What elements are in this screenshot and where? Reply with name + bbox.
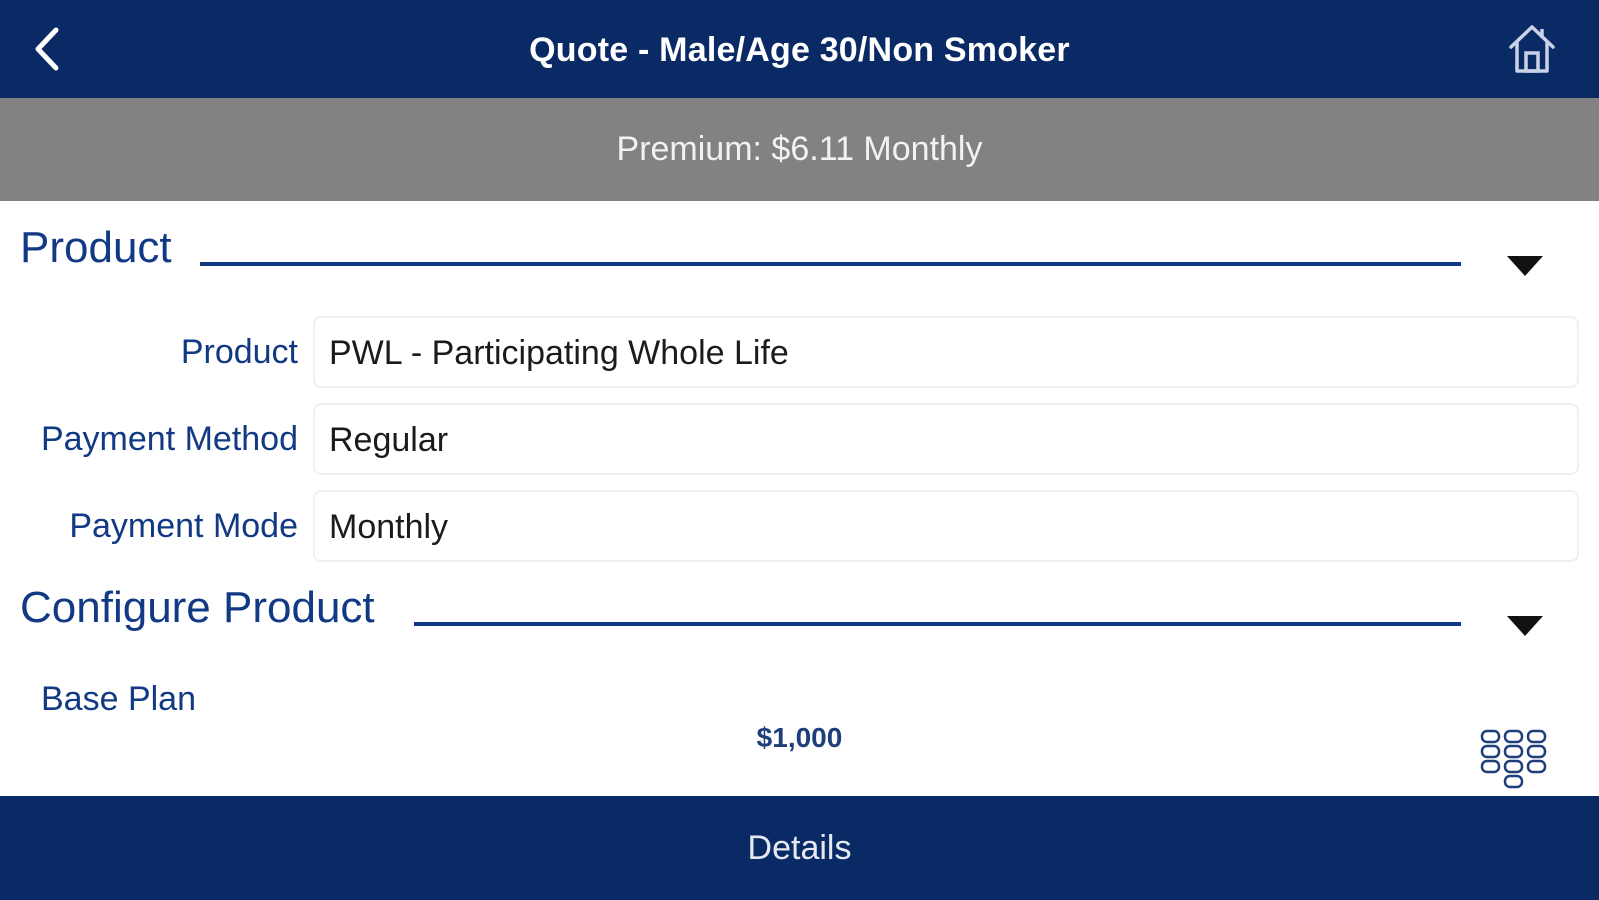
payment-method-label: Payment Method (40, 420, 298, 458)
payment-mode-field[interactable]: Monthly (313, 490, 1579, 562)
payment-method-field[interactable]: Regular (313, 403, 1579, 475)
details-button[interactable]: Details (0, 796, 1599, 900)
keypad-icon[interactable] (1478, 728, 1550, 792)
base-plan-amount[interactable]: $1,000 (0, 718, 1599, 758)
product-row: Product PWL - Participating Whole Life (0, 314, 1599, 390)
base-plan-label: Base Plan (41, 680, 196, 718)
page-title: Quote - Male/Age 30/Non Smoker (529, 31, 1070, 69)
payment-mode-label: Payment Mode (69, 507, 298, 545)
premium-banner: Premium: $6.11 Monthly (0, 98, 1599, 201)
product-label: Product (180, 333, 298, 371)
product-section-divider (200, 262, 1461, 266)
caret-down-icon (1507, 256, 1543, 276)
payment-mode-row: Payment Mode Monthly (0, 488, 1599, 564)
configure-section-title: Configure Product (20, 583, 375, 632)
caret-down-icon (1507, 616, 1543, 636)
product-section-header[interactable]: Product (0, 218, 1599, 278)
configure-section-header[interactable]: Configure Product (0, 578, 1599, 638)
top-nav-bar: Quote - Male/Age 30/Non Smoker (0, 0, 1599, 98)
home-icon (1509, 25, 1555, 73)
payment-method-row: Payment Method Regular (0, 401, 1599, 477)
configure-section-divider (414, 622, 1461, 626)
product-field[interactable]: PWL - Participating Whole Life (313, 316, 1579, 388)
home-button[interactable] (1505, 22, 1559, 76)
product-section-title: Product (20, 223, 172, 272)
quote-screen: Quote - Male/Age 30/Non Smoker Premium: … (0, 0, 1599, 900)
